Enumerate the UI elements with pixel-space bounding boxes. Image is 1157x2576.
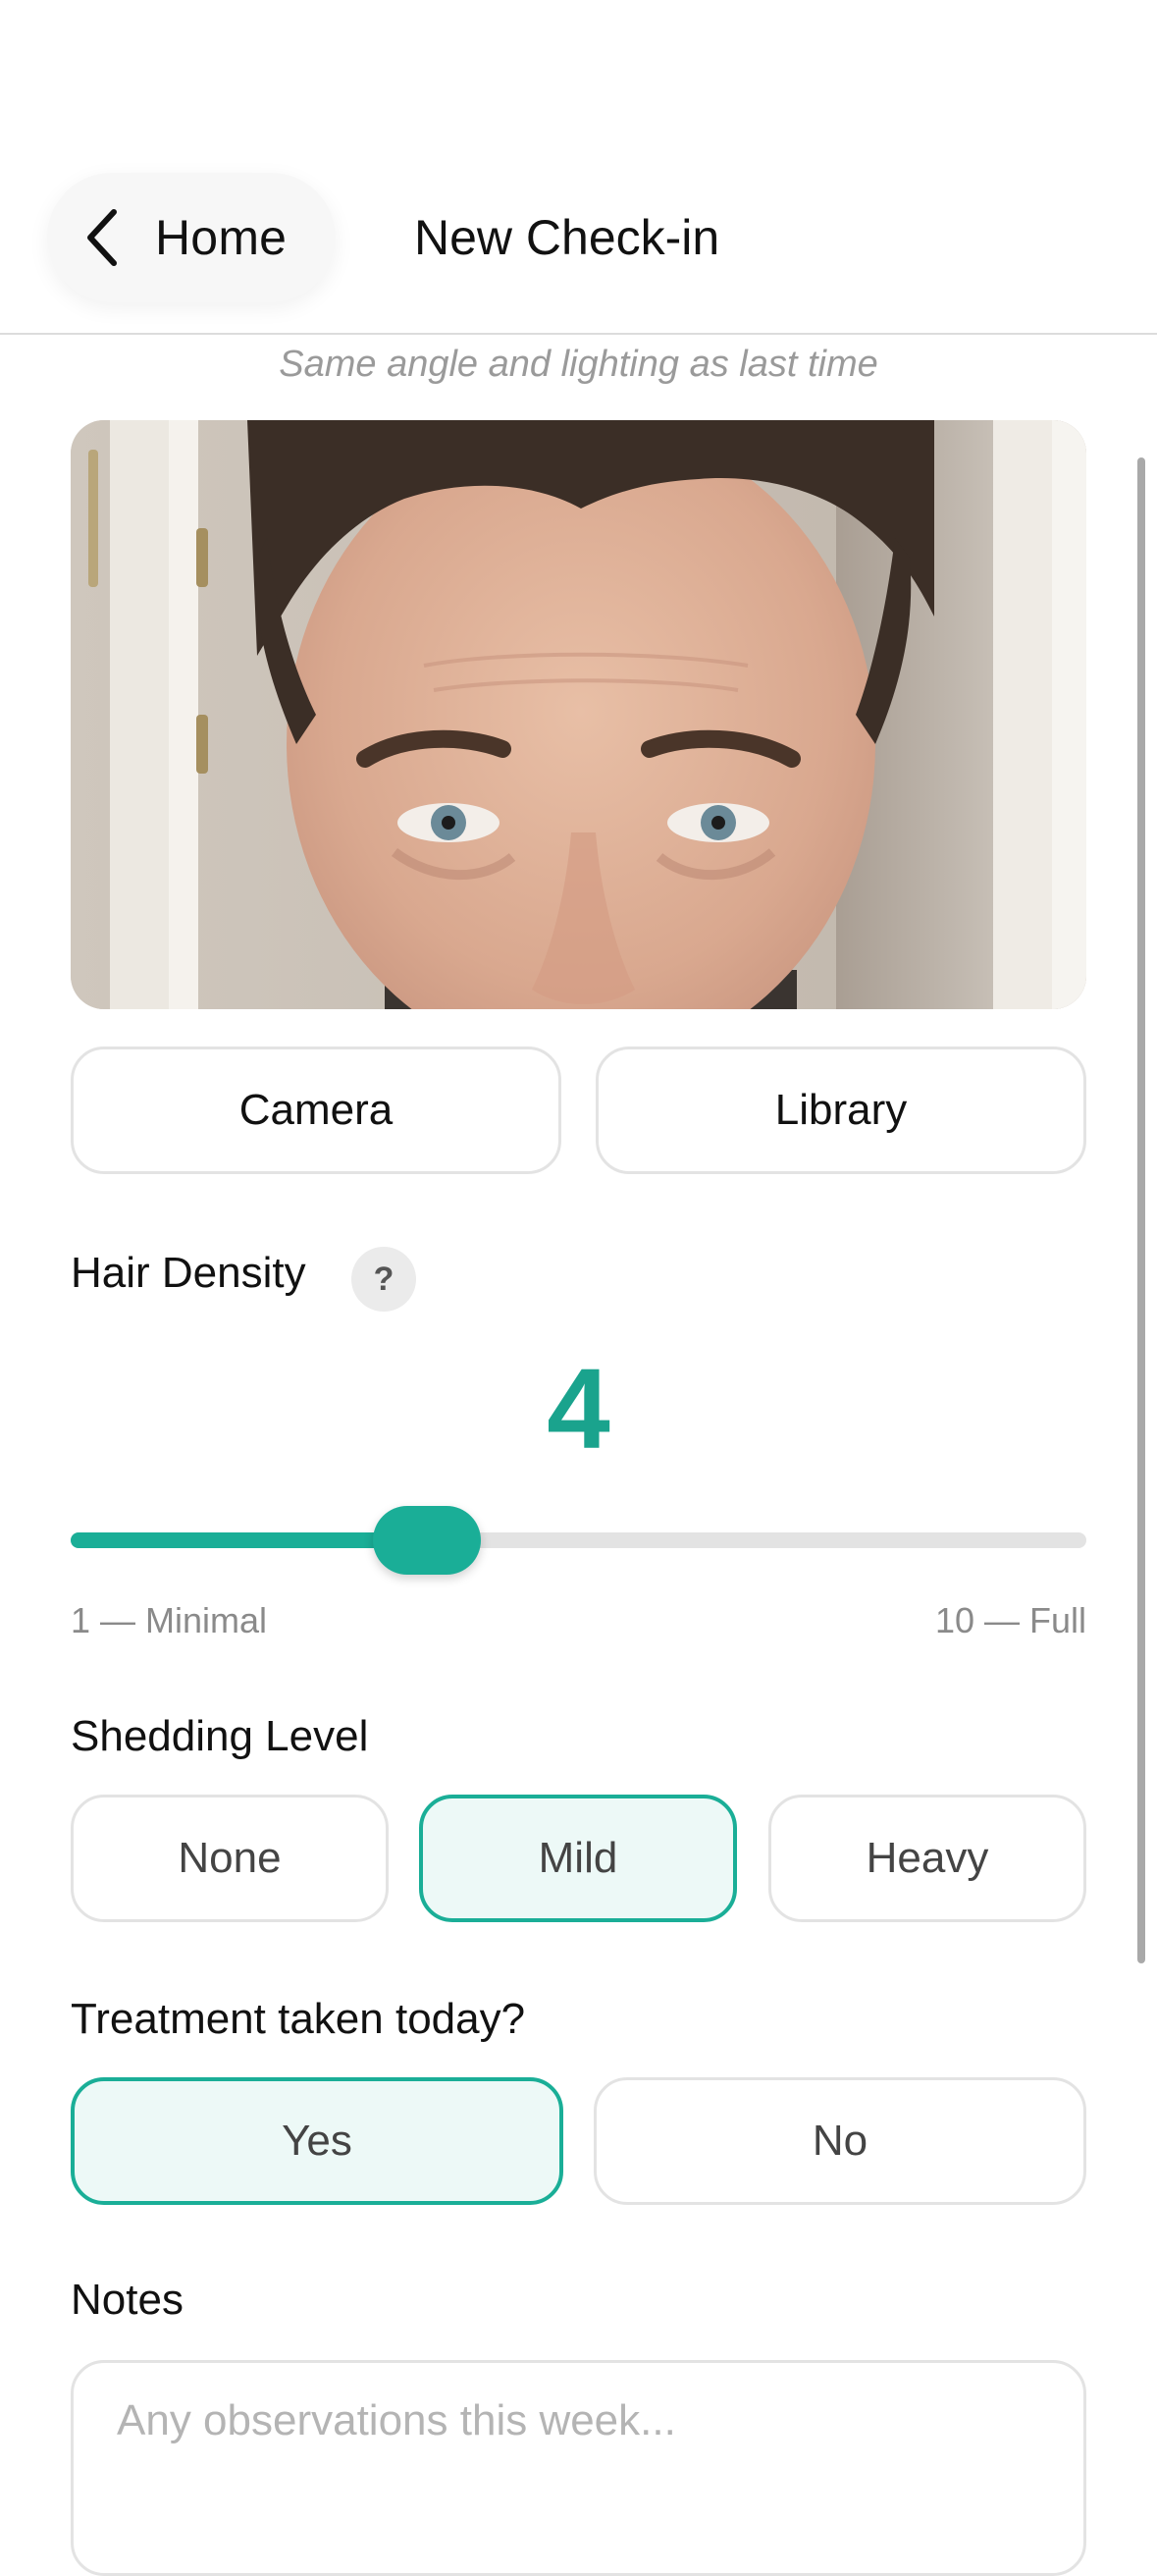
scrollbar[interactable]: [1137, 457, 1145, 1963]
header-divider: [0, 333, 1157, 335]
shedding-option-heavy[interactable]: Heavy: [768, 1795, 1086, 1922]
notes-field[interactable]: [71, 2360, 1086, 2576]
notes-label: Notes: [71, 2276, 184, 2324]
check-in-photo: [71, 420, 1086, 1009]
shedding-option-none[interactable]: None: [71, 1795, 389, 1922]
treatment-label: Treatment taken today?: [71, 1995, 526, 2043]
camera-button[interactable]: Camera: [71, 1046, 561, 1174]
photo-hint: Same angle and lighting as last time: [279, 344, 878, 385]
shedding-option-mild[interactable]: Mild: [419, 1795, 737, 1922]
density-value: 4: [547, 1345, 610, 1473]
treatment-option-no[interactable]: No: [594, 2077, 1086, 2205]
back-button[interactable]: Home: [47, 173, 336, 302]
chevron-left-icon: [87, 209, 117, 266]
density-max-label: 10 — Full: [934, 1600, 1086, 1640]
back-button-label: Home: [155, 210, 288, 265]
notes-input[interactable]: [117, 2396, 1040, 2514]
shedding-level-label: Shedding Level: [71, 1712, 369, 1760]
density-slider-thumb[interactable]: [373, 1506, 482, 1575]
page-title: New Check-in: [414, 210, 720, 265]
help-icon[interactable]: ?: [351, 1247, 416, 1312]
photo-image: [71, 420, 1086, 1009]
treatment-option-yes[interactable]: Yes: [71, 2077, 563, 2205]
library-button[interactable]: Library: [596, 1046, 1086, 1174]
density-slider-track[interactable]: [71, 1532, 1086, 1548]
density-min-label: 1 — Minimal: [71, 1600, 268, 1640]
hair-density-label: Hair Density: [71, 1249, 306, 1297]
